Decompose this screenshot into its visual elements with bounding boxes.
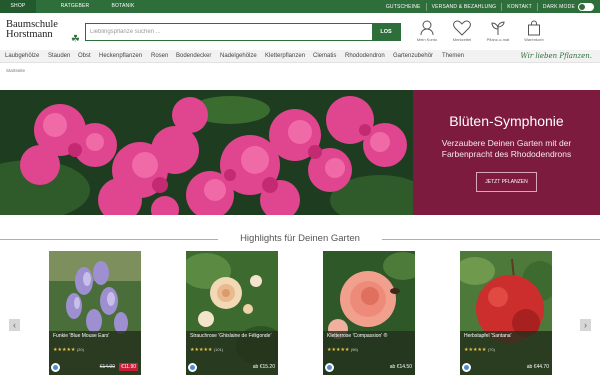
- product-price: ab €44.70: [526, 364, 549, 370]
- cart-icon: [528, 20, 540, 36]
- rhododendron-image: [0, 90, 413, 215]
- review-count: (96): [350, 347, 358, 352]
- product-info: Herbstapfel 'Santana' ★★★★★ (70) ab €44.…: [460, 331, 552, 375]
- hero-image: [0, 90, 413, 215]
- nav-item-nadelgehoelze[interactable]: Nadelgehölze: [220, 50, 257, 63]
- nav-item-rhododendron[interactable]: Rhododendron: [345, 50, 385, 63]
- search-input[interactable]: [86, 24, 373, 40]
- breadcrumb[interactable]: Startseite: [6, 68, 25, 73]
- product-info: Kletterrose 'Compassion' ® ★★★★★ (96) ab…: [323, 331, 415, 375]
- dark-mode-label: DARK MODE: [542, 3, 575, 10]
- product-info: Strauchrose 'Ghislaine de Féligonde' ★★★…: [186, 331, 278, 375]
- plant-o-mat-icon: [491, 21, 505, 35]
- nav-item-themen[interactable]: Themen: [442, 50, 464, 63]
- account-icon: [420, 20, 434, 36]
- nav-item-obst[interactable]: Obst: [78, 50, 91, 63]
- star-icons: ★★★★★: [190, 347, 213, 353]
- header: Baumschule Horstmann ☘ LOS Mein Konto Me…: [0, 13, 600, 50]
- product-name: Funkie 'Blue Mouse Ears': [53, 333, 110, 339]
- review-count: (101): [213, 347, 224, 352]
- product-card[interactable]: Herbstapfel 'Santana' ★★★★★ (70) ab €44.…: [460, 251, 552, 375]
- plant-o-mat-label: Pflanz-o-mat: [486, 37, 510, 42]
- nav-item-stauden[interactable]: Stauden: [48, 50, 70, 63]
- account-button[interactable]: Mein Konto: [410, 20, 444, 48]
- product-price: ab €14.50: [389, 364, 412, 370]
- delivery-badge-icon: [51, 363, 60, 372]
- logo-line-2: Horstmann: [6, 29, 53, 40]
- page: SHOP RATGEBER BOTANIK GUTSCHEINE VERSAND…: [0, 0, 600, 375]
- search-button[interactable]: LOS: [372, 24, 400, 40]
- price-row: ab €44.70: [462, 363, 549, 372]
- delivery-badge-icon: [325, 363, 334, 372]
- product-name: Kletterrose 'Compassion' ®: [327, 333, 388, 339]
- nav-item-bodendecker[interactable]: Bodendecker: [176, 50, 211, 63]
- hero-cta-button[interactable]: JETZT PFLANZEN: [476, 172, 537, 192]
- product-sale-price: €11.90: [119, 363, 138, 371]
- hero-title: Blüten-Symphonie: [449, 113, 564, 129]
- search-box: LOS: [85, 23, 401, 41]
- cart-label: Warenkorb: [524, 37, 544, 42]
- nav-item-laubgehoelze[interactable]: Laubgehölze: [5, 50, 39, 63]
- carousel-next-button[interactable]: ›: [580, 319, 591, 331]
- tab-ratgeber[interactable]: RATGEBER: [55, 0, 95, 13]
- heart-icon: [453, 20, 471, 36]
- nav-item-rosen[interactable]: Rosen: [151, 50, 168, 63]
- clover-icon: ☘: [71, 34, 80, 45]
- product-rating: ★★★★★ (101): [190, 347, 274, 354]
- link-gutscheine[interactable]: GUTSCHEINE: [381, 3, 426, 11]
- product-card[interactable]: Funkie 'Blue Mouse Ears' ★★★★★ (20) €14.…: [49, 251, 141, 375]
- nav-item-heckenpflanzen[interactable]: Heckenpflanzen: [99, 50, 142, 63]
- dark-mode-toggle[interactable]: [578, 2, 594, 11]
- wishlist-button[interactable]: Merkzettel: [445, 20, 479, 48]
- nav-item-clematis[interactable]: Clematis: [313, 50, 336, 63]
- plant-o-mat-button[interactable]: Pflanz-o-mat: [481, 20, 515, 48]
- delivery-badge-icon: [188, 363, 197, 372]
- product-rating: ★★★★★ (70): [464, 347, 548, 354]
- hero-banner[interactable]: Blüten-Symphonie Verzaubere Deinen Garte…: [0, 90, 600, 215]
- review-count: (20): [76, 347, 84, 352]
- wishlist-label: Merkzettel: [452, 37, 472, 42]
- product-card[interactable]: Kletterrose 'Compassion' ® ★★★★★ (96) ab…: [323, 251, 415, 375]
- price-row: €14.90 €11.90: [51, 363, 138, 372]
- tab-shop[interactable]: SHOP: [0, 0, 36, 13]
- hero-subtitle: Verzaubere Deinen Garten mit der Farbenp…: [441, 138, 572, 159]
- price-row: ab €15.20: [188, 363, 275, 372]
- price-row: ab €14.50: [325, 363, 412, 372]
- product-card[interactable]: Strauchrose 'Ghislaine de Féligonde' ★★★…: [186, 251, 278, 375]
- product-rating: ★★★★★ (20): [53, 347, 137, 354]
- delivery-badge-icon: [462, 363, 471, 372]
- chevron-left-icon: ‹: [13, 320, 16, 330]
- star-icons: ★★★★★: [53, 347, 76, 353]
- divider-right: [382, 239, 600, 240]
- dark-mode-control: DARK MODE: [536, 2, 600, 11]
- main-nav: Laubgehölze Stauden Obst Heckenpflanzen …: [0, 50, 600, 63]
- account-label: Mein Konto: [416, 37, 438, 42]
- product-info: Funkie 'Blue Mouse Ears' ★★★★★ (20) €14.…: [49, 331, 141, 375]
- star-icons: ★★★★★: [327, 347, 350, 353]
- logo[interactable]: Baumschule Horstmann ☘: [6, 19, 80, 46]
- link-kontakt[interactable]: KONTAKT: [501, 2, 537, 11]
- tab-botanik[interactable]: BOTANIK: [105, 0, 141, 13]
- product-price: ab €15.20: [252, 364, 275, 370]
- product-name: Strauchrose 'Ghislaine de Féligonde': [190, 333, 272, 339]
- hero-panel: Blüten-Symphonie Verzaubere Deinen Garte…: [413, 90, 600, 215]
- product-rating: ★★★★★ (96): [327, 347, 411, 354]
- star-icons: ★★★★★: [464, 347, 487, 353]
- nav-item-gartenzubehoer[interactable]: Gartenzubehör: [393, 50, 433, 63]
- top-bar: SHOP RATGEBER BOTANIK GUTSCHEINE VERSAND…: [0, 0, 600, 13]
- product-name: Herbstapfel 'Santana': [464, 333, 512, 339]
- review-count: (70): [487, 347, 495, 352]
- chevron-right-icon: ›: [584, 320, 587, 330]
- carousel-prev-button[interactable]: ‹: [9, 319, 20, 331]
- link-versand[interactable]: VERSAND & BEZAHLUNG: [425, 2, 502, 11]
- slogan: Wir lieben Pflanzen.: [520, 52, 592, 60]
- top-links: GUTSCHEINE VERSAND & BEZAHLUNG KONTAKT D…: [381, 0, 600, 13]
- product-old-price: €14.90: [99, 364, 115, 370]
- nav-item-kletterpflanzen[interactable]: Kletterpflanzen: [265, 50, 305, 63]
- cart-button[interactable]: Warenkorb: [517, 20, 551, 48]
